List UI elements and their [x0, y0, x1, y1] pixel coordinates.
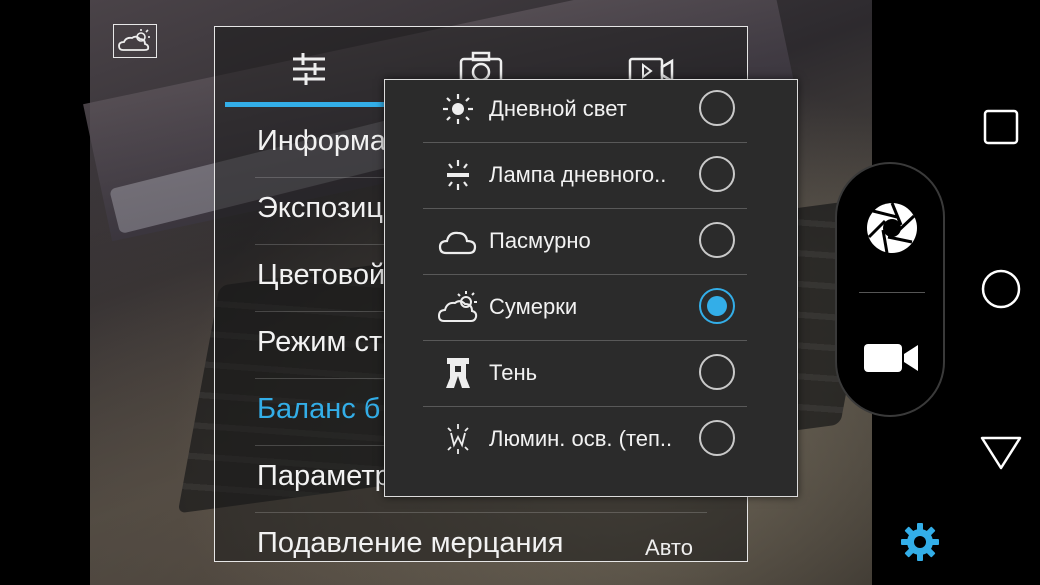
wb-option-shade[interactable]: Тень: [423, 340, 747, 407]
tab-general[interactable]: [285, 47, 333, 91]
wb-radio[interactable]: [699, 156, 735, 192]
setting-value: Авто: [645, 535, 693, 560]
wb-radio[interactable]: [699, 222, 735, 258]
sun-icon: [437, 90, 479, 128]
setting-antibanding[interactable]: Подавление мерцания Авто: [255, 513, 707, 561]
gear-icon: [901, 523, 939, 561]
back-button[interactable]: [980, 432, 1022, 474]
shutter-button[interactable]: [864, 200, 920, 256]
wb-option-label: Сумерки: [489, 294, 578, 319]
wb-option-cloudy[interactable]: Пасмурно: [423, 208, 747, 275]
wb-option-fluorescent[interactable]: Лампа дневного..: [423, 142, 747, 209]
triangle-back-icon: [980, 436, 1022, 470]
setting-label: Параметр: [257, 460, 391, 492]
square-icon: [983, 109, 1019, 145]
sliders-icon: [293, 53, 325, 85]
fluorescent-icon: [437, 156, 479, 194]
home-button[interactable]: [980, 268, 1022, 310]
shade-icon: [437, 354, 479, 392]
wb-option-daylight[interactable]: Дневной свет: [423, 80, 747, 143]
wb-option-twilight[interactable]: Сумерки: [423, 274, 747, 341]
active-tab-indicator: [225, 102, 385, 107]
twilight-icon: [437, 288, 479, 326]
wb-option-label: Пасмурно: [489, 228, 591, 253]
wb-option-label: Тень: [489, 360, 538, 385]
white-balance-indicator[interactable]: [113, 24, 157, 58]
warm-fluorescent-icon: [437, 420, 479, 458]
setting-label: Подавление мерцания: [257, 527, 564, 559]
circle-icon: [981, 269, 1021, 309]
wb-radio[interactable]: [699, 354, 735, 390]
wb-radio-selected[interactable]: [699, 288, 735, 324]
setting-label: Информа: [257, 125, 387, 157]
wb-radio[interactable]: [699, 420, 735, 456]
white-balance-popup: Дневной свет Лампа дневного.. Пасмурно С…: [384, 79, 798, 497]
wb-option-label: Люмин. осв. (теп..: [489, 426, 673, 451]
twilight-icon: [118, 29, 150, 51]
record-video-button[interactable]: [861, 336, 923, 380]
video-camera-icon: [864, 344, 918, 372]
setting-label: Экспозиц: [257, 192, 383, 224]
capture-controls: [835, 162, 945, 417]
cloud-icon: [437, 222, 479, 260]
wb-option-label: Лампа дневного..: [489, 162, 667, 187]
aperture-icon: [867, 202, 917, 254]
wb-radio[interactable]: [699, 90, 735, 126]
setting-label: Режим ст: [257, 326, 383, 358]
system-navigation-bar: [960, 0, 1040, 585]
capture-divider: [859, 292, 925, 293]
settings-button[interactable]: [898, 520, 942, 564]
setting-label: Баланс б: [257, 393, 381, 425]
wb-option-warm-fluorescent[interactable]: Люмин. осв. (теп..: [423, 406, 747, 472]
setting-label: Цветовой: [257, 259, 386, 291]
recents-button[interactable]: [980, 106, 1022, 148]
wb-option-label: Дневной свет: [489, 96, 627, 121]
